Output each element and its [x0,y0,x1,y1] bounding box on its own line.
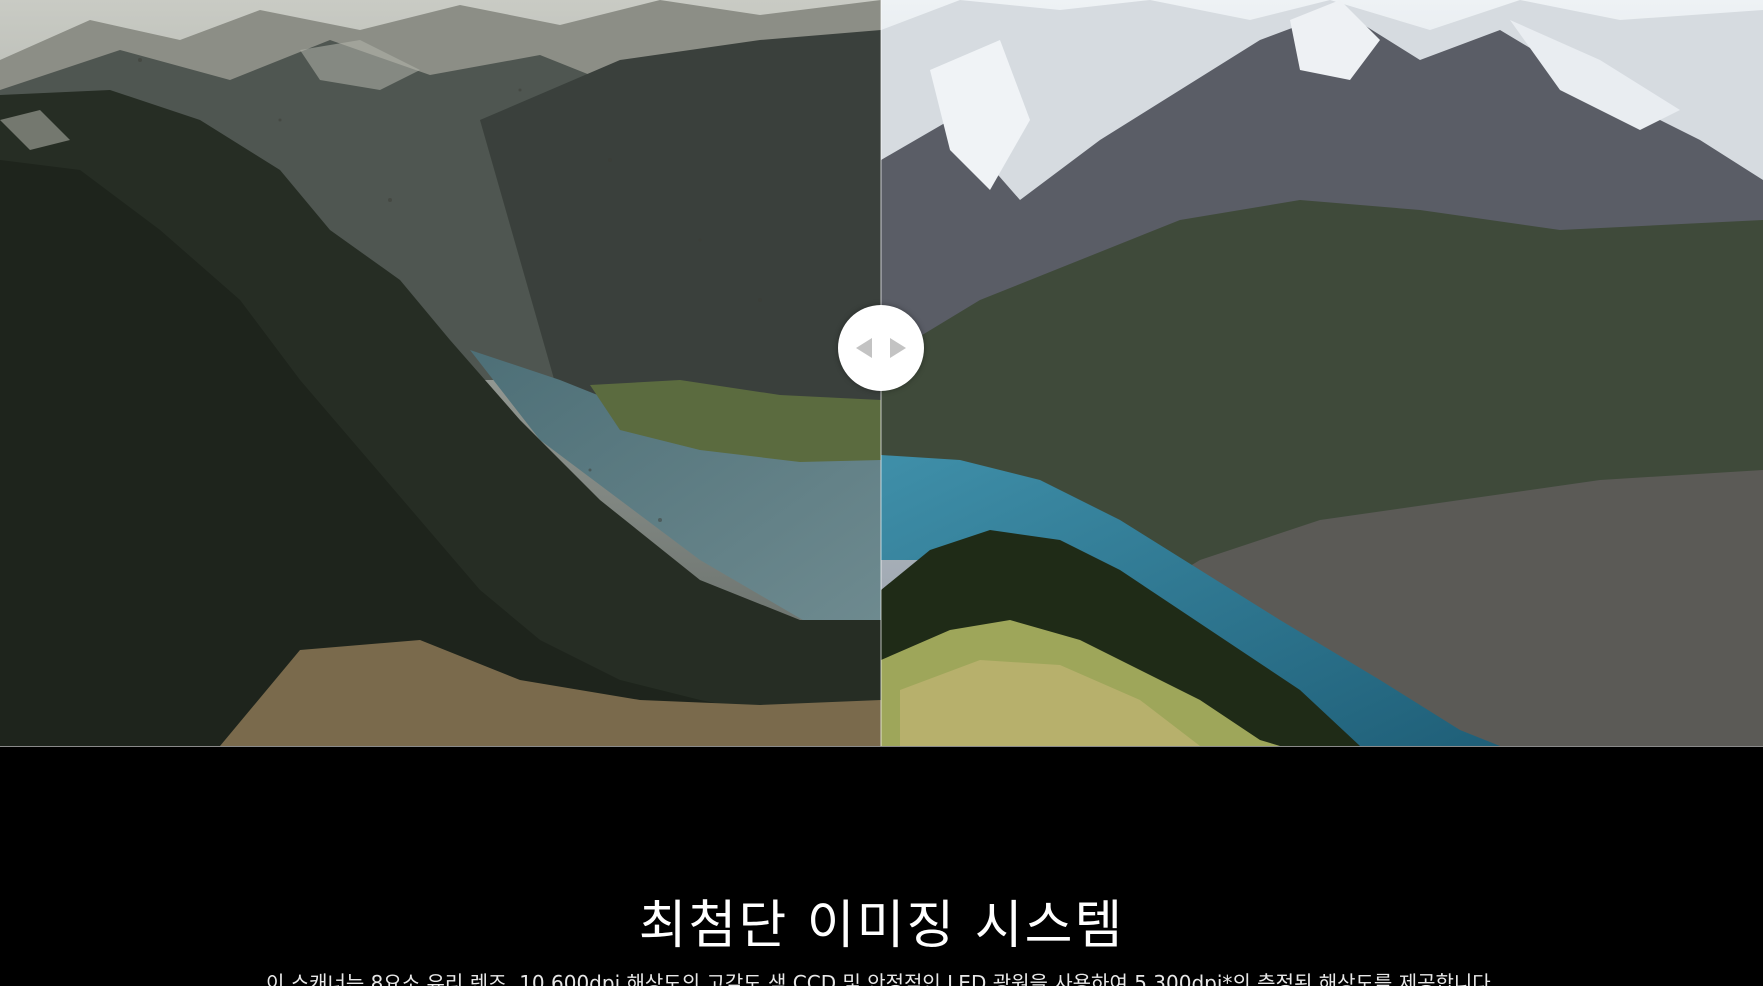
page: 최첨단 이미징 시스템 이 스캐너는 8요소 유리 렌즈, 10,600dpi … [0,0,1763,986]
feature-title: 최첨단 이미징 시스템 [638,896,1125,956]
arrow-left-icon [856,338,872,358]
feature-description: 이 스캐너는 8요소 유리 렌즈, 10,600dpi 해상도의 고감도 색 C… [265,971,1498,986]
comparison-slider-handle[interactable] [838,305,924,391]
feature-section: 최첨단 이미징 시스템 이 스캐너는 8요소 유리 렌즈, 10,600dpi … [0,747,1763,986]
arrow-right-icon [890,338,906,358]
before-after-image-comparison[interactable] [0,0,1763,747]
